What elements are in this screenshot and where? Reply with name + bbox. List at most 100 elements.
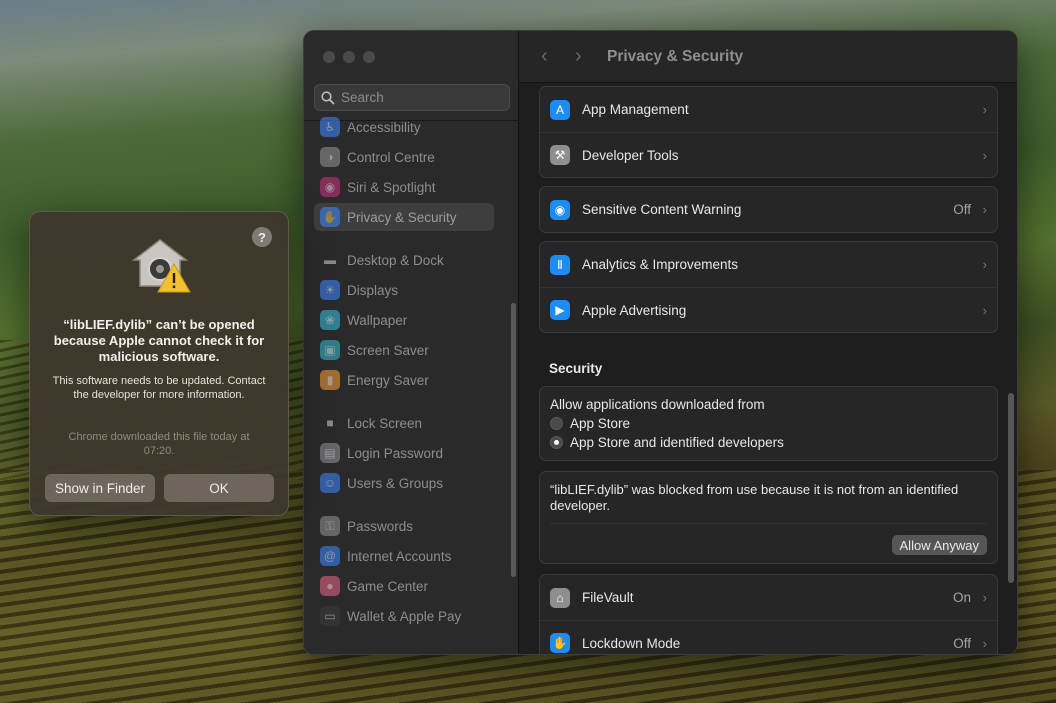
sensitive-content-group: ◉ Sensitive Content Warning Off › [539, 186, 998, 233]
row-value: On [952, 590, 971, 605]
megaphone-icon: ▶ [550, 300, 570, 320]
sidebar-item-label: Screen Saver [347, 342, 429, 358]
lock-icon: ■ [320, 413, 340, 433]
show-in-finder-button[interactable]: Show in Finder [45, 474, 155, 502]
app-store-icon: A [550, 99, 570, 120]
chevron-right-icon: › [982, 102, 987, 117]
sidebar-item-displays[interactable]: ☀ Displays [314, 276, 494, 304]
sidebar-item-label: Login Password [347, 445, 444, 461]
help-button[interactable]: ? [252, 227, 272, 247]
sidebar-item-label: Accessibility [347, 119, 421, 135]
allow-anyway-button[interactable]: Allow Anyway [891, 535, 987, 555]
energy-saver-icon: ▮ [320, 370, 340, 390]
eye-icon: ◉ [550, 199, 570, 220]
filevault-icon: ⌂ [550, 587, 570, 608]
sidebar-item-label: Siri & Spotlight [347, 179, 436, 195]
chevron-right-icon: › [982, 590, 987, 605]
sidebar-item-control-centre[interactable]: ◑ Control Centre [314, 143, 494, 171]
search-input[interactable]: Search [314, 84, 510, 111]
sidebar-item-internet-accounts[interactable]: @ Internet Accounts [314, 542, 494, 570]
row-label: Developer Tools [582, 147, 679, 163]
sidebar-scrollbar[interactable] [511, 303, 516, 577]
ok-button[interactable]: OK [164, 474, 274, 502]
blocked-message: “libLIEF.dylib” was blocked from use bec… [550, 482, 959, 513]
sidebar-item-login-password[interactable]: ▤ Login Password [314, 439, 494, 467]
download-note: Chrome downloaded this file today at 07:… [68, 431, 250, 457]
row-app-management[interactable]: A App Management › [540, 87, 997, 132]
sidebar-item-label: Desktop & Dock [347, 252, 444, 268]
wallpaper-icon: ❀ [320, 310, 340, 330]
radio-app-store[interactable]: App Store [550, 416, 987, 431]
sidebar-item-game-center[interactable]: ● Game Center [314, 572, 494, 600]
analytics-group: Ⅱ Analytics & Improvements › ▶ Apple Adverti… [539, 241, 998, 333]
radio-label: App Store [570, 416, 631, 431]
lockdown-hand-icon: ✋ [550, 633, 570, 653]
sidebar-item-passwords[interactable]: ⚿ Passwords [314, 512, 494, 540]
toolbar: ‹ › Privacy & Security [519, 31, 1017, 83]
chevron-right-icon: › [982, 302, 987, 318]
row-value: Off [953, 635, 971, 651]
hammer-icon: ⚒ [550, 145, 570, 165]
app-management-group: A App Management › ⚒ Developer Tools › [539, 86, 998, 178]
row-filevault[interactable]: ⌂ FileVault On › [540, 575, 997, 620]
zoom-button[interactable] [363, 51, 375, 63]
row-label: FileVault [582, 590, 634, 605]
forward-button[interactable]: › [575, 45, 595, 68]
chevron-right-icon: › [982, 635, 987, 651]
sidebar-item-label: Wallet & Apple Pay [347, 608, 462, 624]
sidebar-item-siri-spotlight[interactable]: ◉ Siri & Spotlight [314, 173, 494, 201]
security-heading: Security [549, 361, 603, 376]
radio-label: App Store and identified developers [570, 435, 784, 450]
sidebar-item-label: Wallpaper [347, 312, 408, 328]
sidebar-item-energy-saver[interactable]: ▮ Energy Saver [314, 366, 494, 394]
radio-app-store-identified[interactable]: App Store and identified developers [550, 435, 987, 450]
sidebar-item-label: Users & Groups [347, 475, 444, 491]
window-controls [323, 51, 375, 63]
sidebar-item-lock-screen[interactable]: ■ Lock Screen [314, 409, 494, 437]
radio-button-selected[interactable] [550, 436, 563, 449]
users-icon: ☺ [320, 473, 340, 493]
sidebar-item-wallet-apple-pay[interactable]: ▭ Wallet & Apple Pay [314, 602, 494, 630]
sidebar-item-privacy-security[interactable]: ✋ Privacy & Security [314, 203, 494, 231]
sidebar-item-users-groups[interactable]: ☺ Users & Groups [314, 469, 494, 497]
row-developer-tools[interactable]: ⚒ Developer Tools › [540, 132, 997, 177]
alert-message: This software needs to be updated. Conta… [52, 375, 266, 401]
row-value: Off [953, 202, 971, 217]
row-analytics-improvements[interactable]: Ⅱ Analytics & Improvements › [540, 242, 997, 287]
content-scrollbar[interactable] [1008, 393, 1014, 583]
chevron-right-icon: › [982, 257, 987, 272]
back-button[interactable]: ‹ [541, 45, 561, 68]
key-icon: ⚿ [320, 516, 340, 536]
at-icon: @ [320, 546, 340, 566]
chevron-right-icon: › [982, 147, 987, 163]
sidebar-item-screen-saver[interactable]: ▣ Screen Saver [314, 336, 494, 364]
radio-button[interactable] [550, 417, 563, 430]
page-title: Privacy & Security [607, 47, 744, 65]
login-password-icon: ▤ [320, 443, 340, 463]
sidebar-item-wallpaper[interactable]: ❀ Wallpaper [314, 306, 494, 334]
sidebar-item-label: Game Center [347, 578, 429, 594]
alert-title: “libLIEF.dylib” can’t be opened because … [53, 317, 265, 364]
wallet-icon: ▭ [320, 606, 340, 626]
allow-apps-group: Allow applications downloaded from App S… [539, 386, 998, 461]
sidebar-item-label: Internet Accounts [347, 548, 452, 564]
minimize-button[interactable] [343, 51, 355, 63]
sidebar-item-desktop-dock[interactable]: ▬ Desktop & Dock [314, 246, 494, 274]
row-apple-advertising[interactable]: ▶ Apple Advertising › [540, 287, 997, 332]
sidebar-item-label: Privacy & Security [347, 209, 457, 225]
sidebar-item-accessibility[interactable]: ♿ Accessibility [314, 113, 494, 141]
row-label: Apple Advertising [582, 302, 687, 318]
game-center-icon: ● [320, 576, 340, 596]
gatekeeper-alert: ? “libLIEF.dylib” can’t be opened becaus… [29, 211, 289, 516]
dock-icon: ▬ [320, 250, 340, 270]
row-lockdown-mode[interactable]: ✋ Lockdown Mode Off › [540, 620, 997, 654]
accessibility-icon: ♿ [320, 117, 340, 137]
analytics-icon: Ⅱ [550, 254, 570, 275]
allow-apps-label: Allow applications downloaded from [550, 397, 765, 412]
row-sensitive-content-warning[interactable]: ◉ Sensitive Content Warning Off › [540, 187, 997, 232]
sidebar-item-label: Lock Screen [347, 415, 423, 431]
gatekeeper-warning-icon [131, 239, 191, 293]
displays-icon: ☀ [320, 280, 340, 300]
close-button[interactable] [323, 51, 335, 63]
row-label: Lockdown Mode [582, 635, 681, 651]
